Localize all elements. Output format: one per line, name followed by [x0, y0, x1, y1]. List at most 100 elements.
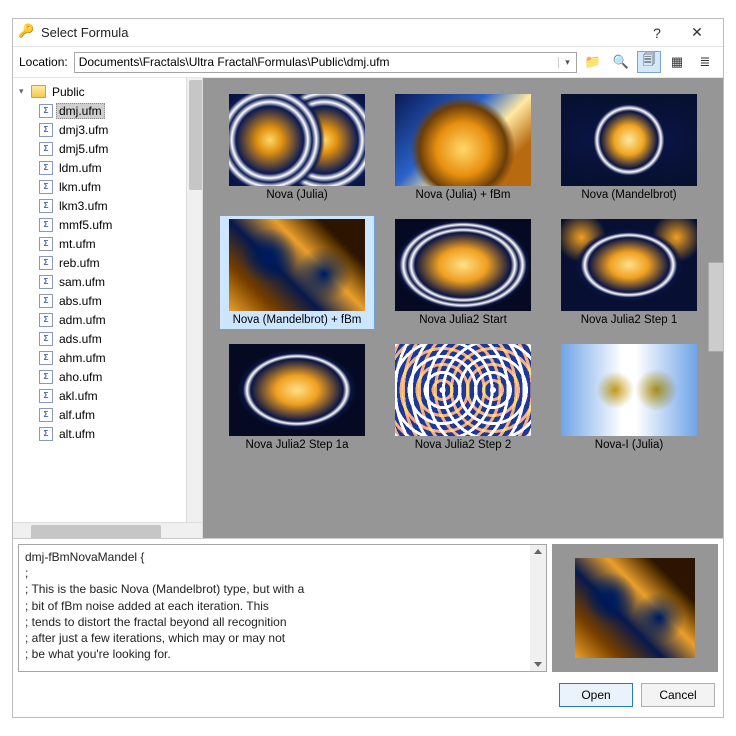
location-label: Location:: [19, 55, 68, 69]
find-button[interactable]: 🔍: [609, 51, 633, 73]
chevron-down-icon[interactable]: ▾: [558, 57, 576, 68]
description-scrollbar[interactable]: [530, 545, 546, 671]
tree-pane: ▾ Public dmj.ufm dmj3.ufmdmj5.ufmldm.ufm l…: [13, 78, 203, 538]
thumbnail-image: [229, 344, 365, 436]
thumbnail-caption: Nova Julia2 Step 1a: [246, 439, 349, 451]
file-tree[interactable]: ▾ Public dmj.ufm dmj3.ufmdmj5.ufmldm.ufm l…: [13, 78, 202, 522]
description-line: ; be what you're looking for.: [25, 646, 540, 662]
bottom-pane: dmj-fBmNovaMandel {;; This is the basic …: [13, 538, 723, 677]
tree-file-label: adm.ufm: [56, 312, 109, 328]
description-pane[interactable]: dmj-fBmNovaMandel {;; This is the basic …: [18, 544, 547, 672]
tree-file-item[interactable]: reb.ufm: [17, 253, 202, 272]
up-folder-button[interactable]: 📁: [581, 51, 605, 73]
formula-file-icon: [39, 180, 53, 194]
tree-file-label: reb.ufm: [56, 255, 103, 271]
thumbnail-caption: Nova (Julia) + fBm: [416, 189, 511, 201]
thumbnail-image: [229, 94, 365, 186]
tree-file-label: dmj.ufm: [56, 103, 105, 119]
tree-file-item[interactable]: alt.ufm: [17, 424, 202, 443]
thumbnail-caption: Nova (Mandelbrot) + fBm: [233, 314, 362, 326]
formula-file-icon: [39, 370, 53, 384]
thumbnail-item[interactable]: Nova (Mandelbrot) + fBm: [219, 215, 375, 330]
thumbnail-item[interactable]: Nova Julia2 Step 1a: [219, 340, 375, 455]
tree-file-item[interactable]: ahm.ufm: [17, 348, 202, 367]
formula-file-icon: [39, 199, 53, 213]
description-line: ; bit of fBm noise added at each iterati…: [25, 598, 540, 614]
formula-file-icon: [39, 313, 53, 327]
description-line: dmj-fBmNovaMandel {: [25, 549, 540, 565]
formula-file-icon: [39, 408, 53, 422]
thumbnail-caption: Nova (Julia): [266, 189, 327, 201]
formula-file-icon: [39, 104, 53, 118]
thumbnail-item[interactable]: Nova-I (Julia): [551, 340, 707, 455]
thumbnail-item[interactable]: Nova (Julia) + fBm: [385, 90, 541, 205]
thumbnail-caption: Nova (Mandelbrot): [581, 189, 676, 201]
thumbnail-image: [561, 94, 697, 186]
tree-folder-public[interactable]: ▾ Public: [17, 82, 202, 101]
tree-file-item[interactable]: dmj3.ufm: [17, 120, 202, 139]
description-line: ;: [25, 565, 540, 581]
description-line: ; tends to distort the fractal beyond al…: [25, 614, 540, 630]
tree-file-item[interactable]: adm.ufm: [17, 310, 202, 329]
tree-file-item[interactable]: abs.ufm: [17, 291, 202, 310]
thumbnail-image: [395, 219, 531, 311]
tree-file-item[interactable]: lkm.ufm: [17, 177, 202, 196]
tree-file-label: lkm.ufm: [56, 179, 104, 195]
formula-file-icon: [39, 256, 53, 270]
thumbnail-item[interactable]: Nova Julia2 Step 2: [385, 340, 541, 455]
tree-file-item[interactable]: lkm3.ufm: [17, 196, 202, 215]
copy-button[interactable]: 🗐: [637, 51, 661, 73]
formula-file-icon: [39, 142, 53, 156]
tree-file-label: mmf5.ufm: [56, 217, 115, 233]
thumbnail-item[interactable]: Nova (Julia): [219, 90, 375, 205]
tree-file-item[interactable]: alf.ufm: [17, 405, 202, 424]
location-input[interactable]: [75, 55, 558, 69]
tree-scrollbar-horizontal[interactable]: [13, 522, 202, 538]
titlebar: Select Formula ? ✕: [13, 19, 723, 47]
location-bar: Location: ▾ 📁 🔍 🗐 ▦ ≣: [13, 47, 723, 78]
tree-collapse-icon[interactable]: ▾: [19, 86, 31, 97]
view-thumbnails-button[interactable]: ▦: [665, 51, 689, 73]
formula-file-icon: [39, 427, 53, 441]
tree-file-item[interactable]: sam.ufm: [17, 272, 202, 291]
formula-file-icon: [39, 161, 53, 175]
tree-file-label: aho.ufm: [56, 369, 105, 385]
tree-file-label: akl.ufm: [56, 388, 101, 404]
open-button[interactable]: Open: [559, 683, 633, 707]
tree-scrollbar-vertical[interactable]: [186, 78, 202, 522]
cancel-button[interactable]: Cancel: [641, 683, 715, 707]
tree-file-item[interactable]: mt.ufm: [17, 234, 202, 253]
tree-file-label: mt.ufm: [56, 236, 99, 252]
help-button[interactable]: ?: [637, 20, 677, 46]
thumbnail-image: [395, 344, 531, 436]
thumbnail-image: [229, 219, 365, 311]
tree-file-item[interactable]: akl.ufm: [17, 386, 202, 405]
view-list-button[interactable]: ≣: [693, 51, 717, 73]
description-line: ; after just a few iterations, which may…: [25, 630, 540, 646]
tree-file-label: alt.ufm: [56, 426, 98, 442]
thumbnail-image: [561, 344, 697, 436]
tree-file-item[interactable]: dmj.ufm: [17, 101, 202, 120]
tree-file-item[interactable]: dmj5.ufm: [17, 139, 202, 158]
folder-icon: [31, 85, 46, 98]
tree-file-item[interactable]: mmf5.ufm: [17, 215, 202, 234]
location-combo[interactable]: ▾: [74, 52, 577, 73]
close-button[interactable]: ✕: [677, 20, 717, 46]
tree-file-label: lkm3.ufm: [56, 198, 111, 214]
preview-pane: [552, 544, 718, 672]
formula-file-icon: [39, 123, 53, 137]
thumbnail-caption: Nova-I (Julia): [595, 439, 663, 451]
tree-file-item[interactable]: ldm.ufm: [17, 158, 202, 177]
main-split: ▾ Public dmj.ufm dmj3.ufmdmj5.ufmldm.ufm l…: [13, 78, 723, 538]
tree-file-item[interactable]: aho.ufm: [17, 367, 202, 386]
thumbnail-item[interactable]: Nova Julia2 Step 1: [551, 215, 707, 330]
thumbnail-caption: Nova Julia2 Step 2: [415, 439, 512, 451]
tree-file-item[interactable]: ads.ufm: [17, 329, 202, 348]
thumbnail-item[interactable]: Nova (Mandelbrot): [551, 90, 707, 205]
thumbnail-grid-pane: Nova (Julia) Nova (Julia) + fBm Nova (Mand…: [203, 78, 723, 538]
tree-file-label: dmj3.ufm: [56, 122, 111, 138]
grid-scrollbar[interactable]: [708, 262, 723, 352]
thumbnail-item[interactable]: Nova Julia2 Start: [385, 215, 541, 330]
dialog-button-row: Open Cancel: [13, 677, 723, 717]
thumbnail-grid[interactable]: Nova (Julia) Nova (Julia) + fBm Nova (Mand…: [203, 78, 723, 467]
